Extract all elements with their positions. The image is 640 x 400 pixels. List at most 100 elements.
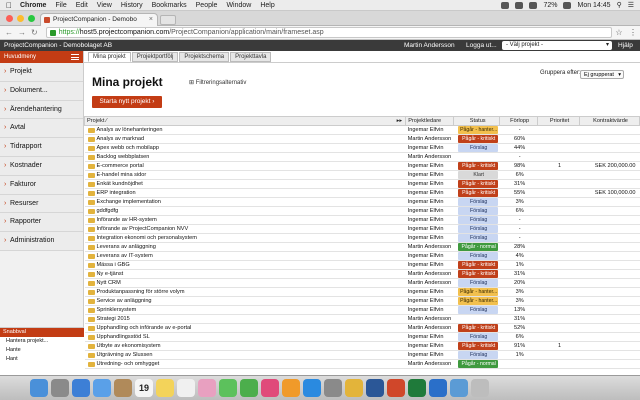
sidebar-item-resurser[interactable]: › Resurser — [0, 194, 83, 214]
menu-app-name[interactable]: Chrome — [20, 0, 46, 11]
calendar-icon[interactable]: 19 — [135, 379, 153, 397]
project-name[interactable]: ERP integration — [97, 190, 136, 196]
project-name-cell[interactable]: Leverans av IT-system — [84, 251, 406, 261]
facetime-icon[interactable] — [240, 379, 258, 397]
volume-icon[interactable] — [529, 1, 538, 9]
contacts-icon[interactable] — [114, 379, 132, 397]
apple-icon[interactable]:  — [6, 0, 12, 11]
project-name-cell[interactable]: Exchange implementation — [84, 197, 406, 207]
project-name-cell[interactable]: Enkät kundnöjdhet — [84, 179, 406, 189]
menu-bookmarks[interactable]: Bookmarks — [152, 0, 187, 11]
project-name[interactable]: Införande av ProjectCompanion NVV — [97, 226, 189, 232]
tab-mina-projekt[interactable]: Mina projekt — [88, 52, 131, 62]
project-name[interactable]: Upphandling och införande av e-portal — [97, 325, 192, 331]
safari-icon[interactable] — [72, 379, 90, 397]
project-name[interactable]: Införande av HR-system — [97, 217, 157, 223]
project-name-cell[interactable]: Sprinklersystem — [84, 305, 406, 315]
column-header-projektledare[interactable]: Projektledare — [405, 116, 455, 126]
sidebar-item-arendehantering[interactable]: › Ärendehantering — [0, 100, 83, 120]
tab-projektportfolj[interactable]: Projektportfölj — [131, 52, 179, 62]
project-name[interactable]: gddfgdfg — [97, 208, 119, 214]
tab-projekttavla[interactable]: Projekttavla — [230, 52, 272, 62]
notes-icon[interactable] — [156, 379, 174, 397]
project-name[interactable]: Leverans av anläggning — [97, 244, 156, 250]
table-row[interactable]: Analys av lönehanteringen Ingemar Elfvin P… — [84, 125, 640, 135]
help-link[interactable]: Hjälp — [618, 40, 633, 51]
column-header-status[interactable]: Status — [453, 116, 501, 126]
project-name-cell[interactable]: Mässa i GBG — [84, 260, 406, 270]
project-name[interactable]: Apex webb och mobilapp — [97, 145, 160, 151]
table-row[interactable]: Mässa i GBG Ingemar Elfvin Pågår - kritisk… — [84, 260, 640, 270]
project-name[interactable]: Nytt CRM — [97, 280, 121, 286]
filter-link[interactable]: ⊞ Filtreringsalternativ — [189, 79, 246, 86]
new-tab-button[interactable] — [160, 15, 176, 25]
powerpoint-icon[interactable] — [387, 379, 405, 397]
table-row[interactable]: ERP integration Ingemar Elfvin Pågår - kri… — [84, 188, 640, 198]
table-row[interactable]: E-handel mina sidor Ingemar Elfvin Klart 6% — [84, 170, 640, 180]
project-name-cell[interactable]: gddfgdfg — [84, 206, 406, 216]
messages-icon[interactable] — [219, 379, 237, 397]
table-row[interactable]: Leverans av IT-system Ingemar Elfvin Försl… — [84, 251, 640, 261]
project-name-cell[interactable]: Utredning- och omhygget — [84, 359, 406, 369]
chrome-menu-icon[interactable]: ⋮ — [626, 28, 640, 37]
project-name-cell[interactable]: Integration ekonomi och personalsystem — [84, 233, 406, 243]
project-select[interactable]: - Välj projekt - ▾ — [502, 41, 612, 50]
project-name-cell[interactable]: Backlog webbplatsen — [84, 152, 406, 162]
menu-file[interactable]: File — [55, 0, 66, 11]
project-name[interactable]: Exchange implementation — [97, 199, 161, 205]
project-name[interactable]: Ny e-tjänst — [97, 271, 124, 277]
table-row[interactable]: Enkät kundnöjdhet Ingemar Elfvin Pågår - k… — [84, 179, 640, 189]
table-row[interactable]: Upphandling och införande av e-portal Mar… — [84, 323, 640, 333]
table-row[interactable]: Införande av HR-system Ingemar Elfvin Förs… — [84, 215, 640, 225]
project-name[interactable]: Enkät kundnöjdhet — [97, 181, 143, 187]
spotlight-icon[interactable]: ⚲ — [617, 0, 622, 11]
table-row[interactable]: Utredning- och omhygget Martin Andersson P… — [84, 359, 640, 369]
project-name[interactable]: Sprinklersystem — [97, 307, 137, 313]
chrome-icon[interactable] — [345, 379, 363, 397]
table-row[interactable]: Produktanpassning för större volym Ingema… — [84, 287, 640, 297]
notification-center-icon[interactable]: ☰ — [628, 0, 634, 11]
project-name[interactable]: Strategi 2015 — [97, 316, 130, 322]
sidebar-item-tidrapport[interactable]: › Tidrapport — [0, 138, 83, 157]
minimize-window-icon[interactable] — [17, 15, 24, 22]
battery-percent[interactable]: 72% — [543, 0, 557, 11]
project-name-cell[interactable]: Nytt CRM — [84, 278, 406, 288]
tab-projektschema[interactable]: Projektschema — [179, 52, 230, 62]
project-name-cell[interactable]: Upphandling och införande av e-portal — [84, 323, 406, 333]
close-window-icon[interactable] — [6, 15, 13, 22]
project-name[interactable]: Mässa i GBG — [97, 262, 130, 268]
quick-link[interactable]: Hant — [0, 355, 84, 364]
project-name-cell[interactable]: Strategi 2015 — [84, 314, 406, 324]
outlook-icon[interactable] — [429, 379, 447, 397]
zoom-window-icon[interactable] — [28, 15, 35, 22]
project-name[interactable]: Upphandlingsstöd SL — [97, 334, 150, 340]
project-name-cell[interactable]: Ny e-tjänst — [84, 269, 406, 279]
table-row[interactable]: Analys av marknad Martin Andersson Pågår -… — [84, 134, 640, 144]
project-name-cell[interactable]: Införande av HR-system — [84, 215, 406, 225]
project-name-cell[interactable]: Införande av ProjectCompanion NVV — [84, 224, 406, 234]
table-row[interactable]: Utbyte av ekonomisystem Ingemar Elfvin Påg… — [84, 341, 640, 351]
url-field[interactable]: https://host5.projectcompanion.com/Proje… — [45, 27, 612, 38]
table-row[interactable]: Ny e-tjänst Martin Andersson Pågår - kriti… — [84, 269, 640, 279]
sidebar-item-fakturor[interactable]: › Fakturor — [0, 175, 83, 195]
project-name-cell[interactable]: Utbyte av ekonomisystem — [84, 341, 406, 351]
table-row[interactable]: Apex webb och mobilapp Ingemar Elfvin Förs… — [84, 143, 640, 153]
photos-icon[interactable] — [198, 379, 216, 397]
sidebar-item-rapporter[interactable]: › Rapporter — [0, 213, 83, 233]
project-name[interactable]: E-commerce portal — [97, 163, 144, 169]
reminders-icon[interactable] — [177, 379, 195, 397]
project-name-cell[interactable]: Upphandlingsstöd SL — [84, 332, 406, 342]
table-row[interactable]: Utgrävning av Slussen Ingemar Elfvin Försl… — [84, 350, 640, 360]
ibooks-icon[interactable] — [282, 379, 300, 397]
current-user[interactable]: Martin Andersson — [404, 40, 455, 51]
sidebar-item-administration[interactable]: › Administration — [0, 232, 83, 251]
expand-icon[interactable]: ▸▸ — [397, 118, 406, 124]
project-name-cell[interactable]: Utgrävning av Slussen — [84, 350, 406, 360]
project-name[interactable]: Produktanpassning för större volym — [97, 289, 185, 295]
table-row[interactable]: Exchange implementation Ingemar Elfvin För… — [84, 197, 640, 207]
battery-icon[interactable] — [563, 1, 572, 9]
column-header-forlopp[interactable]: Förlopp — [499, 116, 539, 126]
table-row[interactable]: Leverans av anläggning Martin Andersson På… — [84, 242, 640, 252]
sidebar-item-avtal[interactable]: › Avtal — [0, 119, 83, 139]
reload-icon[interactable]: ↻ — [31, 28, 38, 37]
